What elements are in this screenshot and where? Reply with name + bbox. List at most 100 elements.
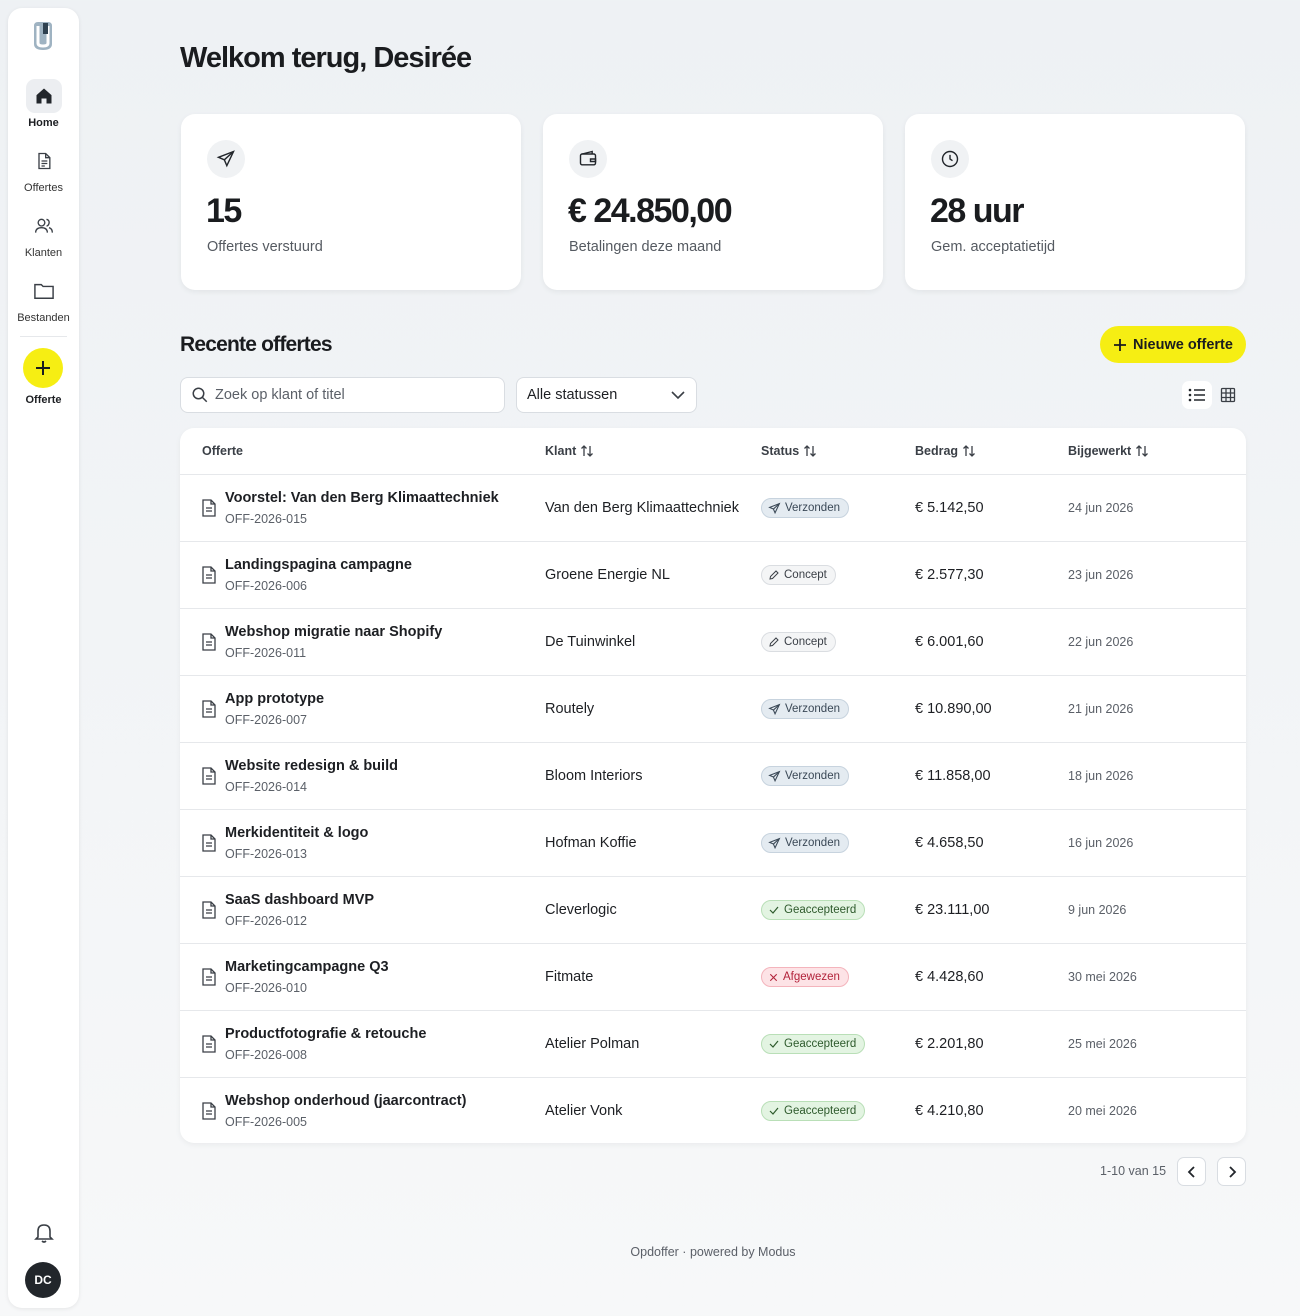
offers-table: Offerte Klant Status Bedrag Bijgewerkt V…	[180, 428, 1246, 1143]
sort-icon	[1136, 445, 1149, 457]
stat-value: 28 uur	[930, 192, 1025, 230]
status-badge: Verzonden	[761, 766, 849, 786]
send-icon	[768, 502, 781, 515]
sidebar-item-label: Home	[28, 117, 59, 129]
offer-amount: € 5.142,50	[915, 500, 984, 516]
column-bijgewerkt[interactable]: Bijgewerkt	[1068, 444, 1149, 458]
table-row[interactable]: Landingspagina campagne OFF-2026-006 Groen…	[180, 542, 1246, 609]
status-cell: Afgewezen	[761, 967, 849, 988]
status-cell: Verzonden	[761, 833, 849, 855]
search-field[interactable]	[180, 377, 505, 413]
stat-label: Betalingen deze maand	[569, 239, 722, 255]
status-cell: Geaccepteerd	[761, 1101, 866, 1122]
offer-title[interactable]: Merkidentiteit & logo	[225, 825, 368, 841]
pencil-icon	[768, 569, 780, 581]
offer-amount: € 4.210,80	[915, 1103, 984, 1119]
bell-icon[interactable]	[32, 1220, 56, 1244]
offer-code: OFF-2026-015	[225, 512, 307, 526]
search-input[interactable]	[215, 387, 495, 403]
offer-code: OFF-2026-010	[225, 981, 307, 995]
status-badge: Afgewezen	[761, 967, 849, 987]
sidebar-item-bestanden[interactable]: Bestanden	[8, 274, 79, 324]
new-offer-label: Nieuwe offerte	[1133, 336, 1233, 353]
offer-amount: € 2.577,30	[915, 567, 984, 583]
stat-card-acceptance: 28 uur Gem. acceptatietijd	[905, 114, 1245, 290]
offer-client: Routely	[545, 701, 595, 717]
table-row[interactable]: SaaS dashboard MVP OFF-2026-012 Cleverlogi…	[180, 877, 1246, 944]
pencil-icon	[768, 636, 780, 648]
offer-client: Groene Energie NL	[545, 567, 670, 583]
offer-title[interactable]: Productfotografie & retouche	[225, 1026, 426, 1042]
section-title: Recente offertes	[180, 333, 333, 356]
offer-title[interactable]: Landingspagina campagne	[225, 557, 412, 573]
app-logo[interactable]	[29, 20, 57, 52]
chevron-down-icon	[671, 391, 685, 400]
table-row[interactable]: Voorstel: Van den Berg Klimaattechniek OF…	[180, 475, 1246, 542]
offer-updated-date: 24 jun 2026	[1068, 501, 1134, 515]
table-row[interactable]: Webshop onderhoud (jaarcontract) OFF-2026…	[180, 1078, 1246, 1143]
table-row[interactable]: Productfotografie & retouche OFF-2026-008…	[180, 1011, 1246, 1078]
home-icon	[25, 79, 62, 113]
offer-title[interactable]: Webshop onderhoud (jaarcontract)	[225, 1093, 466, 1109]
offer-amount: € 4.428,60	[915, 969, 984, 985]
column-klant[interactable]: Klant	[545, 444, 594, 458]
offer-amount: € 4.658,50	[915, 835, 984, 851]
new-offer-button[interactable]: Nieuwe offerte	[1100, 326, 1246, 363]
column-bedrag[interactable]: Bedrag	[915, 444, 976, 458]
offer-title[interactable]: SaaS dashboard MVP	[225, 892, 374, 908]
check-icon	[768, 1038, 780, 1050]
offer-updated-date: 22 jun 2026	[1068, 635, 1134, 649]
status-cell: Verzonden	[761, 498, 849, 520]
sidebar-item-home[interactable]: Home	[8, 79, 79, 129]
document-icon	[202, 1035, 216, 1053]
document-icon	[202, 834, 216, 852]
status-label: Concept	[784, 569, 827, 581]
footer: Opdoffer · powered by Modus	[630, 1245, 796, 1259]
offer-updated-date: 25 mei 2026	[1068, 1037, 1137, 1051]
grid-view-toggle[interactable]	[1213, 381, 1243, 409]
chevron-right-icon	[1228, 1165, 1236, 1178]
table-row[interactable]: Marketingcampagne Q3 OFF-2026-010 Fitmate A…	[180, 944, 1246, 1011]
list-view-toggle[interactable]	[1182, 381, 1212, 409]
offer-amount: € 23.111,00	[915, 902, 990, 918]
offer-title[interactable]: App prototype	[225, 691, 324, 707]
offer-client: Cleverlogic	[545, 902, 617, 918]
offer-amount: € 10.890,00	[915, 701, 992, 717]
sort-icon	[963, 445, 976, 457]
sidebar-item-klanten[interactable]: Klanten	[8, 209, 79, 259]
sidebar-item-label: Klanten	[24, 247, 63, 259]
status-filter-value: Alle statussen	[527, 387, 618, 403]
status-label: Geaccepteerd	[784, 904, 857, 916]
table-header: Offerte Klant Status Bedrag Bijgewerkt	[180, 428, 1246, 475]
stat-label: Gem. acceptatietijd	[931, 239, 1056, 255]
stat-value: € 24.850,00	[568, 192, 733, 230]
next-page-button[interactable]	[1217, 1157, 1246, 1186]
offer-amount: € 6.001,60	[915, 634, 984, 650]
offer-title[interactable]: Marketingcampagne Q3	[225, 959, 389, 975]
status-label: Concept	[784, 636, 827, 648]
previous-page-button[interactable]	[1177, 1157, 1206, 1186]
send-icon	[207, 140, 245, 178]
avatar[interactable]: DC	[25, 1262, 61, 1298]
offer-updated-date: 16 jun 2026	[1068, 836, 1134, 850]
plus-icon	[1114, 338, 1127, 351]
offer-title[interactable]: Website redesign & build	[225, 758, 398, 774]
offer-updated-date: 21 jun 2026	[1068, 702, 1134, 716]
column-offerte: Offerte	[202, 444, 243, 458]
offer-title[interactable]: Voorstel: Van den Berg Klimaattechniek	[225, 490, 499, 506]
status-label: Verzonden	[785, 770, 840, 782]
sidebar-item-offertes[interactable]: Offertes	[8, 144, 79, 194]
table-row[interactable]: Webshop migratie naar Shopify OFF-2026-01…	[180, 609, 1246, 676]
table-row[interactable]: Website redesign & build OFF-2026-014 Bloo…	[180, 743, 1246, 810]
status-cell: Concept	[761, 565, 836, 586]
offer-title[interactable]: Webshop migratie naar Shopify	[225, 624, 442, 640]
column-status[interactable]: Status	[761, 444, 817, 458]
table-row[interactable]: App prototype OFF-2026-007 Routely Verzonde…	[180, 676, 1246, 743]
offer-client: Van den Berg Klimaattechniek	[545, 500, 739, 516]
list-icon	[1188, 388, 1205, 402]
status-filter-select[interactable]: Alle statussen	[516, 377, 697, 413]
offer-client: Atelier Vonk	[545, 1103, 623, 1119]
new-offer-fab[interactable]	[23, 348, 63, 388]
page-title: Welkom terug, Desirée	[180, 42, 472, 74]
table-row[interactable]: Merkidentiteit & logo OFF-2026-013 Hofman …	[180, 810, 1246, 877]
